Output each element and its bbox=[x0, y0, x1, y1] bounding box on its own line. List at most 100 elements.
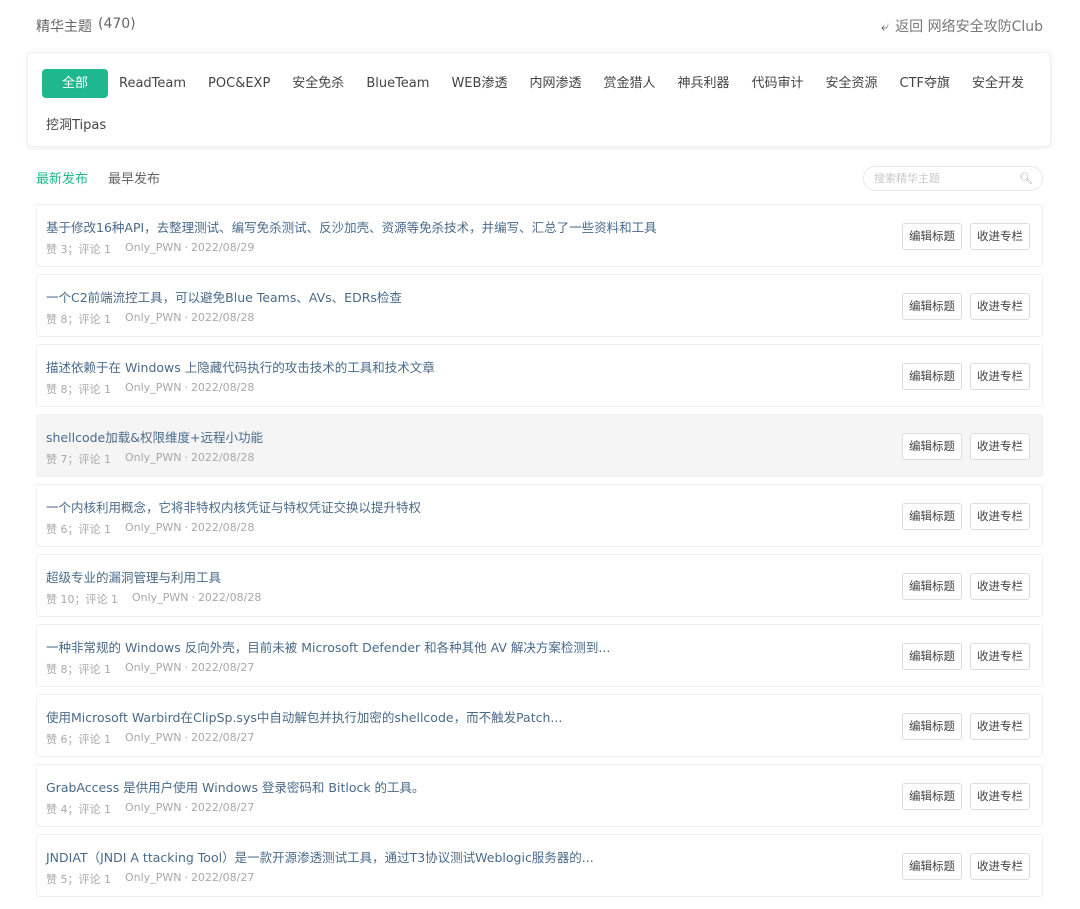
author-name[interactable]: Only_PWN bbox=[125, 731, 181, 747]
post-date: 2022/08/28 bbox=[190, 311, 255, 324]
edit-title-button[interactable]: 编辑标题 bbox=[902, 853, 962, 880]
meta-dot: · bbox=[184, 731, 188, 744]
post-date: 2022/08/28 bbox=[190, 381, 255, 394]
like-count: 赞 8 bbox=[46, 663, 68, 676]
edit-title-button[interactable]: 编辑标题 bbox=[902, 363, 962, 390]
add-to-column-button[interactable]: 收进专栏 bbox=[970, 713, 1030, 740]
edit-title-button[interactable]: 编辑标题 bbox=[902, 503, 962, 530]
topic-title[interactable]: 基于修改16种API，去整理测试、编写免杀测试、反沙加壳、资源等免杀技术，并编写… bbox=[46, 217, 657, 236]
author-name[interactable]: Only_PWN bbox=[125, 521, 181, 537]
topic-meta: 赞 6；评论 1 Only_PWN · 2022/08/28 bbox=[46, 521, 254, 537]
meta-separator: ； bbox=[67, 523, 79, 536]
edit-title-button[interactable]: 编辑标题 bbox=[902, 713, 962, 740]
comment-count: 评论 1 bbox=[78, 383, 112, 396]
topic-title[interactable]: 一种非常规的 Windows 反向外壳，目前未被 Microsoft Defen… bbox=[46, 637, 610, 656]
search-input[interactable] bbox=[874, 172, 1019, 185]
category-chip[interactable]: 安全资源 bbox=[815, 69, 889, 98]
edit-title-button[interactable]: 编辑标题 bbox=[902, 643, 962, 670]
meta-separator: ； bbox=[67, 313, 79, 326]
back-link[interactable]: ⤶ 返回 网络安全攻防Club bbox=[881, 16, 1043, 36]
author-name[interactable]: Only_PWN bbox=[125, 871, 181, 887]
meta-separator: ； bbox=[67, 663, 79, 676]
add-to-column-button[interactable]: 收进专栏 bbox=[970, 293, 1030, 320]
category-chip[interactable]: POC&EXP bbox=[197, 69, 281, 98]
page: 精华主题 (470) ⤶ 返回 网络安全攻防Club 全部 ReadTeam POC… bbox=[0, 0, 1080, 909]
topic-meta: 赞 3；评论 1 Only_PWN · 2022/08/29 bbox=[46, 241, 254, 257]
topic-actions: 编辑标题 收进专栏 bbox=[902, 363, 1030, 390]
comment-count: 评论 1 bbox=[78, 733, 112, 746]
category-chip[interactable]: 安全开发 bbox=[961, 69, 1035, 98]
sort-tab-newest[interactable]: 最新发布 bbox=[36, 168, 88, 187]
author-name[interactable]: Only_PWN bbox=[125, 311, 181, 327]
edit-title-button[interactable]: 编辑标题 bbox=[902, 223, 962, 250]
back-link-label: 返回 网络安全攻防Club bbox=[895, 19, 1043, 35]
topic-title[interactable]: 一个C2前端流控工具，可以避免Blue Teams、AVs、EDRs检查 bbox=[46, 287, 402, 306]
comment-count: 评论 1 bbox=[78, 663, 112, 676]
meta-separator: ； bbox=[67, 243, 79, 256]
topic-title[interactable]: GrabAccess 是供用户使用 Windows 登录密码和 Bitlock … bbox=[46, 777, 425, 796]
category-chip[interactable]: ReadTeam bbox=[108, 69, 197, 98]
topic-title[interactable]: 使用Microsoft Warbird在ClipSp.sys中自动解包并执行加密… bbox=[46, 707, 562, 726]
like-count: 赞 3 bbox=[46, 243, 68, 256]
meta-separator: ； bbox=[67, 873, 79, 886]
meta-dot: · bbox=[184, 521, 188, 534]
category-chip[interactable]: WEB渗透 bbox=[440, 69, 518, 98]
category-chip[interactable]: 代码审计 bbox=[741, 69, 815, 98]
add-to-column-button[interactable]: 收进专栏 bbox=[970, 573, 1030, 600]
topic-meta: 赞 5；评论 1 Only_PWN · 2022/08/27 bbox=[46, 871, 254, 887]
author-name[interactable]: Only_PWN bbox=[125, 451, 181, 467]
category-chip[interactable]: 赏金猎人 bbox=[592, 69, 666, 98]
topic-actions: 编辑标题 收进专栏 bbox=[902, 573, 1030, 600]
add-to-column-button[interactable]: 收进专栏 bbox=[970, 363, 1030, 390]
topic-row: 一种非常规的 Windows 反向外壳，目前未被 Microsoft Defen… bbox=[36, 624, 1043, 687]
search-icon[interactable]: 🔍︎ bbox=[1019, 172, 1033, 185]
topic-title[interactable]: 一个内核利用概念，它将非特权内核凭证与特权凭证交换以提升特权 bbox=[46, 497, 421, 516]
topic-title[interactable]: shellcode加载&权限维度+远程小功能 bbox=[46, 427, 263, 446]
topic-meta: 赞 7；评论 1 Only_PWN · 2022/08/28 bbox=[46, 451, 254, 467]
category-chip[interactable]: CTF夺旗 bbox=[889, 69, 962, 98]
author-name[interactable]: Only_PWN bbox=[125, 241, 181, 257]
topic-row: 基于修改16种API，去整理测试、编写免杀测试、反沙加壳、资源等免杀技术，并编写… bbox=[36, 204, 1043, 267]
topic-count: (470) bbox=[98, 16, 136, 32]
post-date: 2022/08/27 bbox=[190, 801, 255, 814]
category-chip[interactable]: 挖洞Tipas bbox=[46, 118, 106, 133]
author-name[interactable]: Only_PWN bbox=[125, 381, 181, 397]
category-chip[interactable]: BlueTeam bbox=[355, 69, 440, 98]
edit-title-button[interactable]: 编辑标题 bbox=[902, 783, 962, 810]
category-chip[interactable]: 内网渗透 bbox=[518, 69, 592, 98]
add-to-column-button[interactable]: 收进专栏 bbox=[970, 503, 1030, 530]
add-to-column-button[interactable]: 收进专栏 bbox=[970, 223, 1030, 250]
sort-tab-oldest[interactable]: 最早发布 bbox=[108, 168, 160, 187]
comment-count: 评论 1 bbox=[78, 453, 112, 466]
add-to-column-button[interactable]: 收进专栏 bbox=[970, 643, 1030, 670]
author-name[interactable]: Only_PWN bbox=[132, 591, 188, 607]
post-date: 2022/08/27 bbox=[190, 661, 255, 674]
meta-dot: · bbox=[184, 801, 188, 814]
category-chip[interactable]: 神兵利器 bbox=[666, 69, 740, 98]
meta-dot: · bbox=[184, 661, 188, 674]
author-name[interactable]: Only_PWN bbox=[125, 661, 181, 677]
topic-meta: 赞 8；评论 1 Only_PWN · 2022/08/28 bbox=[46, 381, 254, 397]
topic-title[interactable]: JNDIAT（JNDI A ttacking Tool）是一款开源渗透测试工具，… bbox=[46, 847, 594, 866]
topic-title[interactable]: 超级专业的漏洞管理与利用工具 bbox=[46, 567, 221, 586]
topic-row: shellcode加载&权限维度+远程小功能 赞 7；评论 1 Only_PWN… bbox=[36, 414, 1043, 477]
edit-title-button[interactable]: 编辑标题 bbox=[902, 293, 962, 320]
comment-count: 评论 1 bbox=[78, 243, 112, 256]
like-count: 赞 8 bbox=[46, 383, 68, 396]
add-to-column-button[interactable]: 收进专栏 bbox=[970, 783, 1030, 810]
post-date: 2022/08/28 bbox=[190, 521, 255, 534]
edit-title-button[interactable]: 编辑标题 bbox=[902, 573, 962, 600]
category-chip[interactable]: 全部 bbox=[42, 69, 109, 98]
topic-actions: 编辑标题 收进专栏 bbox=[902, 433, 1030, 460]
topic-title[interactable]: 描述依赖于在 Windows 上隐藏代码执行的攻击技术的工具和技术文章 bbox=[46, 357, 435, 376]
add-to-column-button[interactable]: 收进专栏 bbox=[970, 433, 1030, 460]
topic-row: 一个内核利用概念，它将非特权内核凭证与特权凭证交换以提升特权 赞 6；评论 1 … bbox=[36, 484, 1043, 547]
like-count: 赞 10 bbox=[46, 593, 75, 606]
return-arrow-icon: ⤶ bbox=[880, 17, 890, 35]
author-name[interactable]: Only_PWN bbox=[125, 801, 181, 817]
topic-row: 一个C2前端流控工具，可以避免Blue Teams、AVs、EDRs检查 赞 8… bbox=[36, 274, 1043, 337]
category-chip[interactable]: 安全免杀 bbox=[281, 69, 355, 98]
edit-title-button[interactable]: 编辑标题 bbox=[902, 433, 962, 460]
add-to-column-button[interactable]: 收进专栏 bbox=[970, 853, 1030, 880]
search-box: 🔍︎ bbox=[863, 166, 1043, 191]
